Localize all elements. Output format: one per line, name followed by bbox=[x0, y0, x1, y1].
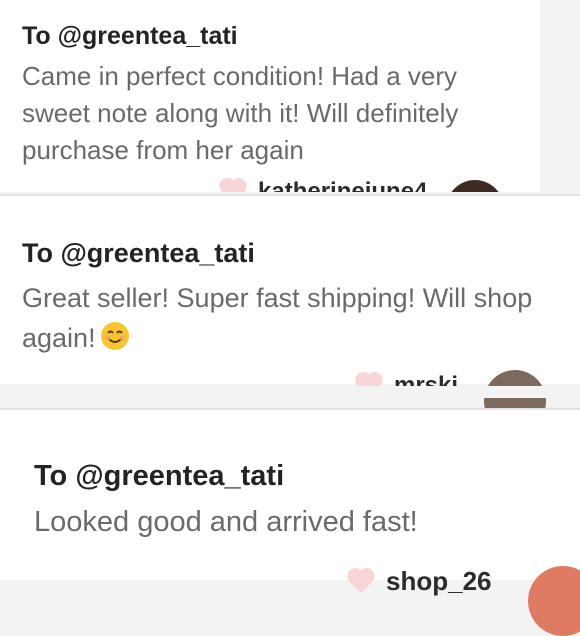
review-message: Looked good and arrived fast! bbox=[34, 506, 418, 538]
review-card: To @greentea_tati Great seller! Super fa… bbox=[0, 196, 580, 384]
divider bbox=[0, 386, 580, 398]
review-footer: katherinejune4 bbox=[218, 178, 427, 192]
review-message-text: Great seller! Super fast shipping! Will … bbox=[22, 283, 533, 353]
reviewer-username[interactable]: shop_26 bbox=[386, 566, 492, 597]
review-recipient[interactable]: To @greentea_tati bbox=[22, 22, 238, 51]
review-card: To @greentea_tati Looked good and arrive… bbox=[0, 410, 580, 580]
review-recipient[interactable]: To @greentea_tati bbox=[22, 238, 255, 269]
review-card: To @greentea_tati Came in perfect condit… bbox=[0, 0, 540, 192]
review-footer: shop_26 bbox=[346, 566, 492, 597]
avatar[interactable] bbox=[446, 180, 504, 192]
heart-icon[interactable] bbox=[346, 569, 376, 595]
heart-icon[interactable] bbox=[218, 179, 248, 192]
review-message: Great seller! Super fast shipping! Will … bbox=[22, 278, 562, 358]
review-recipient[interactable]: To @greentea_tati bbox=[34, 460, 284, 493]
smiling-face-emoji-icon bbox=[100, 322, 129, 350]
review-message: Came in perfect condition! Had a very sw… bbox=[22, 61, 459, 165]
reviewer-username[interactable]: katherinejune4 bbox=[258, 178, 427, 192]
